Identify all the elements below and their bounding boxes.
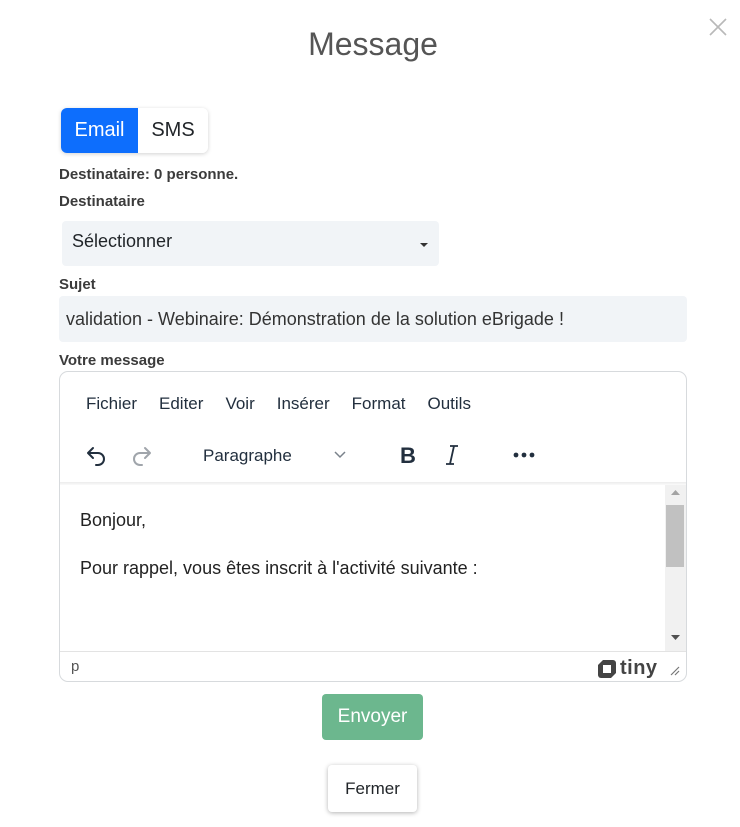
chevron-down-icon [334, 451, 346, 459]
content-line-body: Pour rappel, vous êtes inscrit à l'activ… [80, 558, 478, 578]
tiny-logo[interactable]: tiny [597, 657, 658, 680]
menu-outils[interactable]: Outils [428, 384, 471, 424]
editor-statusbar: p tiny [60, 651, 686, 681]
resize-handle-icon[interactable] [670, 666, 680, 676]
block-format-select[interactable]: Paragraphe [190, 438, 360, 472]
tab-email[interactable]: Email [61, 108, 138, 153]
italic-icon [446, 445, 458, 465]
recipient-select-value: Sélectionner [72, 231, 173, 251]
bold-button[interactable]: B [394, 438, 422, 472]
scroll-thumb[interactable] [666, 505, 684, 567]
recipient-label: Destinataire [59, 193, 145, 210]
editor-toolbar: Paragraphe B [60, 430, 686, 484]
modal-title: Message [308, 26, 438, 62]
italic-button[interactable] [438, 438, 466, 472]
redo-button[interactable] [128, 438, 156, 472]
content-line-greeting: Bonjour, [80, 510, 147, 530]
scroll-down-icon[interactable] [671, 635, 680, 641]
block-format-value: Paragraphe [203, 446, 292, 465]
close-button[interactable]: Fermer [328, 765, 417, 812]
caret-down-icon [420, 243, 428, 247]
editor-menubar: Fichier Editer Voir Insérer Format Outil… [60, 384, 471, 424]
menu-format[interactable]: Format [352, 384, 406, 424]
undo-button[interactable] [82, 438, 110, 472]
undo-icon [87, 447, 105, 466]
message-label: Votre message [59, 352, 165, 369]
bold-icon: B [400, 444, 416, 466]
rich-text-editor: Fichier Editer Voir Insérer Format Outil… [59, 371, 687, 682]
channel-tabs: Email SMS [61, 108, 208, 153]
redo-icon [133, 447, 151, 466]
tiny-brand-text: tiny [620, 657, 658, 679]
element-path[interactable]: p [71, 658, 79, 675]
send-button[interactable]: Envoyer [322, 694, 423, 740]
tiny-logo-icon [598, 659, 616, 678]
recipient-count: Destinataire: 0 personne. [59, 166, 239, 183]
subject-input[interactable]: validation - Webinaire: Démonstration de… [59, 296, 687, 342]
scroll-up-icon[interactable] [671, 489, 680, 495]
menu-voir[interactable]: Voir [225, 384, 254, 424]
more-icon [513, 452, 535, 458]
editor-content[interactable]: Bonjour, Pour rappel, vous êtes inscrit … [60, 485, 665, 651]
recipient-select[interactable]: Sélectionner [62, 221, 439, 266]
editor-scrollbar[interactable] [665, 485, 686, 651]
tab-sms[interactable]: SMS [138, 108, 208, 153]
svg-text:B: B [400, 444, 416, 466]
subject-label: Sujet [59, 276, 96, 293]
more-button[interactable] [510, 438, 538, 472]
menu-editer[interactable]: Editer [159, 384, 203, 424]
menu-inserer[interactable]: Insérer [277, 384, 330, 424]
menu-fichier[interactable]: Fichier [86, 384, 137, 424]
